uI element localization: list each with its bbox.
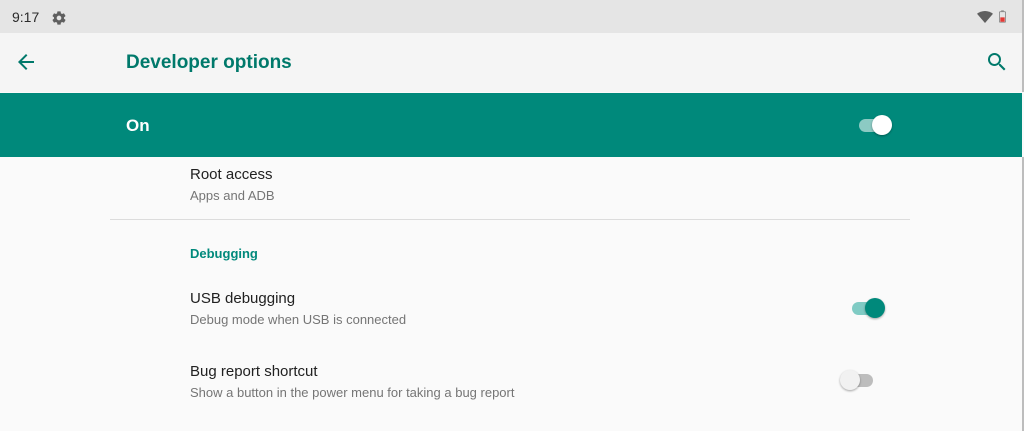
usb-debugging-summary: Debug mode when USB is connected (190, 312, 407, 327)
switch-thumb (840, 370, 860, 390)
wifi-icon (977, 11, 993, 23)
switch-thumb (872, 115, 892, 135)
search-icon[interactable] (985, 50, 1009, 74)
usb-debugging-title: USB debugging (190, 290, 296, 307)
master-switch-toggle[interactable] (856, 114, 894, 136)
settings-gear-icon (52, 11, 66, 25)
root-access-title: Root access (190, 166, 273, 183)
category-debugging: Debugging (190, 246, 258, 261)
switch-thumb (865, 298, 885, 318)
root-access-summary: Apps and ADB (190, 188, 275, 203)
master-switch-label: On (126, 116, 150, 135)
status-time: 9:17 (12, 9, 40, 25)
bug-report-shortcut-title: Bug report shortcut (190, 363, 318, 380)
usb-debugging-toggle[interactable] (849, 297, 887, 319)
app-bar: Developer options (0, 33, 1024, 92)
divider (110, 219, 910, 220)
arrow-back-icon[interactable] (14, 50, 38, 74)
page-title: Developer options (126, 52, 292, 73)
bug-report-shortcut-toggle[interactable] (840, 369, 878, 391)
battery-icon (999, 10, 1006, 23)
status-bar: 9:17 (0, 0, 1024, 33)
bug-report-shortcut-summary: Show a button in the power menu for taki… (190, 385, 515, 400)
